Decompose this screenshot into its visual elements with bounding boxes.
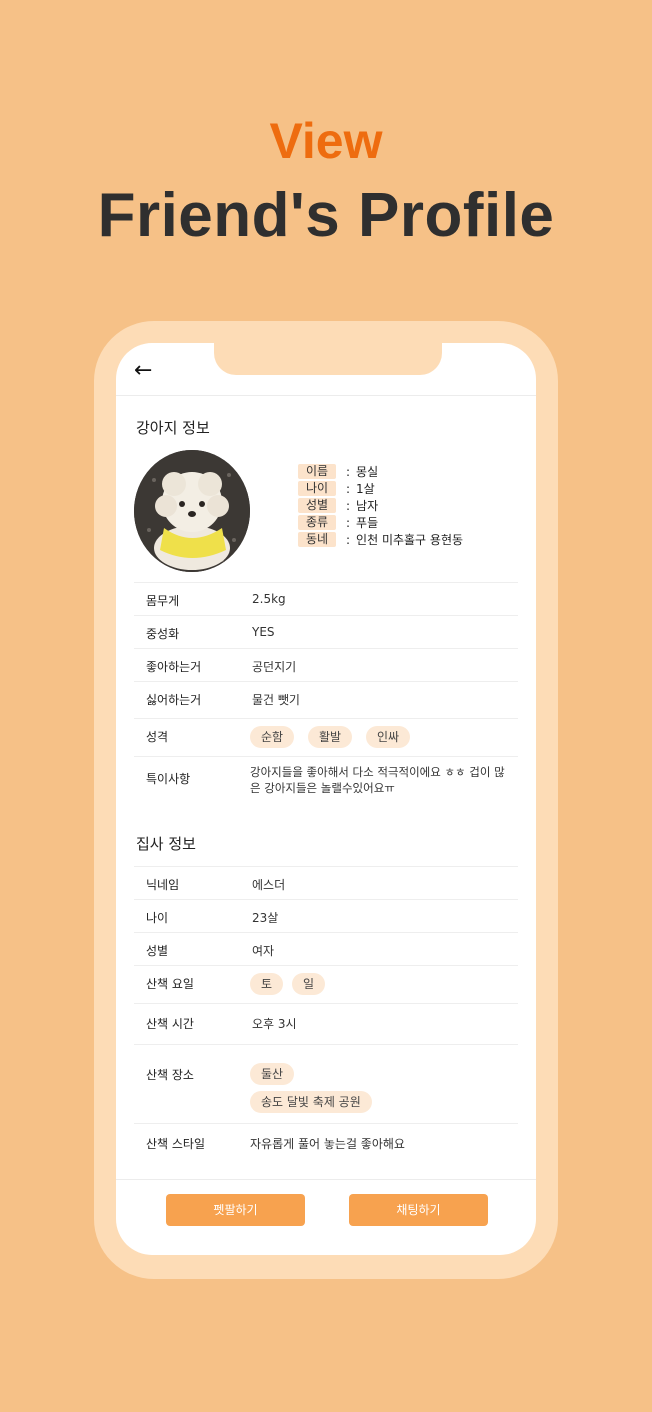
- summary-row: 이름 : 몽실: [298, 463, 463, 480]
- hero-title: Friend's Profile: [97, 181, 555, 250]
- divider: [134, 866, 518, 867]
- weight-label: 몸무게: [146, 594, 180, 608]
- summary-row: 동네 : 인천 미추홀구 용현동: [298, 531, 463, 548]
- divider: [134, 718, 518, 719]
- walk-style-label: 산책 스타일: [146, 1137, 206, 1151]
- summary-row: 성별 : 남자: [298, 497, 463, 514]
- back-arrow-icon[interactable]: ←: [134, 359, 152, 383]
- nickname-value: 에스더: [252, 878, 286, 892]
- summary-row: 종류 : 푸들: [298, 514, 463, 531]
- divider: [134, 899, 518, 900]
- neutered-label: 중성화: [146, 627, 180, 641]
- personality-chip: 순함: [250, 726, 295, 748]
- summary-label: 성별: [298, 498, 336, 513]
- summary-label: 나이: [298, 481, 336, 496]
- dog-summary: 이름 : 몽실 나이 : 1살 성별 : 남자 종류 : 푸들 동네 : 인천 …: [298, 463, 463, 548]
- summary-value: 인천 미추홀구 용현동: [356, 533, 464, 547]
- notes-value: 강아지들을 좋아해서 다소 적극적이에요 ㅎㅎ 겁이 많은 강아지들은 놀랠수있…: [250, 765, 505, 795]
- divider: [134, 932, 518, 933]
- owner-section-title: 집사 정보: [136, 835, 196, 853]
- personality-chip: 인싸: [366, 726, 411, 748]
- personality-chip: 활발: [308, 726, 353, 748]
- header-divider: [116, 395, 536, 396]
- summary-label: 동네: [298, 532, 336, 547]
- owner-gender-value: 여자: [252, 944, 275, 958]
- pet-friend-button[interactable]: 펫팔하기: [166, 1194, 305, 1226]
- app-screen: ← 강아지 정보 이름 : 몽실 나이: 1살 성별: 남자 종류: 푸들…: [116, 343, 536, 1255]
- divider: [134, 615, 518, 616]
- phone-frame: ← 강아지 정보 이름 : 몽실 나이: 1살 성별: 남자 종류: 푸들…: [94, 321, 558, 1279]
- nickname-label: 닉네임: [146, 878, 180, 892]
- divider: [134, 965, 518, 966]
- summary-value: 몽실: [356, 465, 379, 479]
- dislikes-label: 싫어하는거: [146, 693, 202, 707]
- divider: [134, 582, 518, 583]
- chat-button[interactable]: 채팅하기: [349, 1194, 488, 1226]
- owner-gender-label: 성별: [146, 944, 169, 958]
- divider: [134, 1003, 518, 1004]
- summary-value: 남자: [356, 499, 379, 513]
- divider: [134, 681, 518, 682]
- likes-label: 좋아하는거: [146, 660, 202, 674]
- walk-place-chip: 둘산: [250, 1063, 295, 1085]
- dog-section-title: 강아지 정보: [136, 419, 210, 437]
- walk-style-value: 자유롭게 풀어 놓는걸 좋아해요: [250, 1137, 405, 1151]
- walk-time-label: 산책 시간: [146, 1017, 194, 1031]
- owner-age-value: 23살: [252, 911, 279, 925]
- divider: [134, 648, 518, 649]
- dislikes-value: 물건 뺏기: [252, 693, 300, 707]
- walk-day-chip: 일: [292, 973, 326, 995]
- walk-place-chip: 송도 달빛 축제 공원: [250, 1091, 372, 1113]
- walk-day-chip: 토: [250, 973, 284, 995]
- walk-days-label: 산책 요일: [146, 977, 194, 991]
- summary-value: 푸들: [356, 516, 379, 530]
- summary-label: 종류: [298, 515, 336, 530]
- weight-value: 2.5kg: [252, 592, 286, 606]
- hero-subtitle: View: [269, 113, 383, 169]
- dog-photo: [134, 450, 250, 572]
- divider: [134, 1123, 518, 1124]
- summary-value: 1살: [356, 482, 375, 496]
- neutered-value: YES: [252, 625, 275, 639]
- divider: [134, 756, 518, 757]
- personality-label: 성격: [146, 730, 169, 744]
- notes-label: 특이사항: [146, 772, 191, 786]
- likes-value: 공던지기: [252, 660, 297, 674]
- phone-notch: [214, 343, 442, 375]
- walk-time-value: 오후 3시: [252, 1017, 297, 1031]
- summary-label: 이름: [298, 464, 336, 479]
- divider: [134, 1044, 518, 1045]
- bottom-divider: [116, 1179, 536, 1180]
- owner-age-label: 나이: [146, 911, 169, 925]
- dog-avatar: [134, 450, 250, 572]
- summary-row: 나이 : 1살: [298, 480, 463, 497]
- walk-place-label: 산책 장소: [146, 1068, 194, 1082]
